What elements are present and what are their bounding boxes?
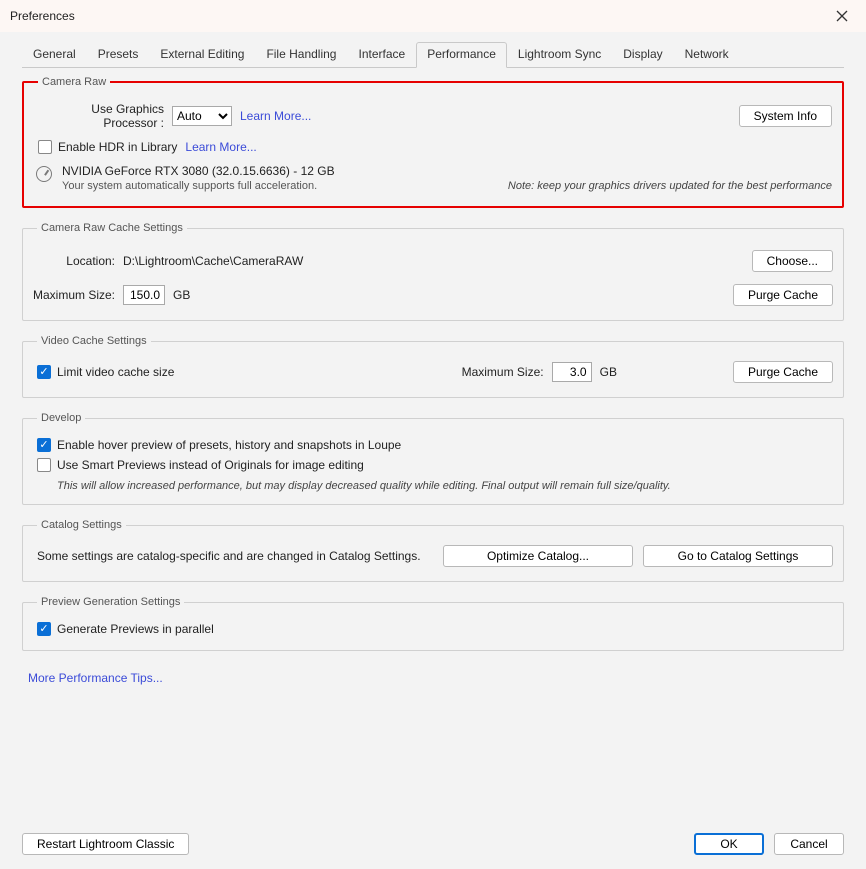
cancel-button[interactable]: Cancel xyxy=(774,833,844,855)
smart-previews-checkbox[interactable] xyxy=(37,458,51,472)
tab-display[interactable]: Display xyxy=(612,42,673,68)
video-max-label: Maximum Size: xyxy=(462,365,544,379)
camera-raw-legend: Camera Raw xyxy=(38,76,110,88)
restart-button[interactable]: Restart Lightroom Classic xyxy=(22,833,189,855)
close-icon[interactable] xyxy=(826,4,858,28)
tab-lightroom-sync[interactable]: Lightroom Sync xyxy=(507,42,612,68)
develop-legend: Develop xyxy=(37,412,85,424)
tab-file-handling[interactable]: File Handling xyxy=(255,42,347,68)
hdr-label: Enable HDR in Library xyxy=(58,140,177,154)
hover-preview-checkbox[interactable] xyxy=(37,438,51,452)
video-cache-legend: Video Cache Settings xyxy=(37,335,151,347)
more-tips-link[interactable]: More Performance Tips... xyxy=(28,671,163,685)
optimize-catalog-button[interactable]: Optimize Catalog... xyxy=(443,545,633,567)
gpu-select[interactable]: Auto xyxy=(172,106,232,126)
develop-note: This will allow increased performance, b… xyxy=(57,480,833,492)
driver-note: Note: keep your graphics drivers updated… xyxy=(508,180,832,192)
gauge-icon xyxy=(36,166,52,182)
cache-location-value: D:\Lightroom\Cache\CameraRAW xyxy=(123,254,303,268)
cache-max-input[interactable] xyxy=(123,285,165,305)
hdr-learn-more-link[interactable]: Learn More... xyxy=(185,140,256,154)
tab-interface[interactable]: Interface xyxy=(347,42,416,68)
raw-cache-group: Camera Raw Cache Settings Location: D:\L… xyxy=(22,222,844,321)
goto-catalog-settings-button[interactable]: Go to Catalog Settings xyxy=(643,545,833,567)
gpu-learn-more-link[interactable]: Learn More... xyxy=(240,109,311,123)
limit-video-label: Limit video cache size xyxy=(57,365,174,379)
ok-button[interactable]: OK xyxy=(694,833,764,855)
catalog-legend: Catalog Settings xyxy=(37,519,126,531)
preview-gen-group: Preview Generation Settings Generate Pre… xyxy=(22,596,844,651)
cache-location-label: Location: xyxy=(33,254,115,268)
purge-video-cache-button[interactable]: Purge Cache xyxy=(733,361,833,383)
gpu-status: Your system automatically supports full … xyxy=(62,180,317,192)
video-cache-group: Video Cache Settings Limit video cache s… xyxy=(22,335,844,398)
tab-performance[interactable]: Performance xyxy=(416,42,507,68)
parallel-previews-checkbox[interactable] xyxy=(37,622,51,636)
camera-raw-group: Camera Raw Use Graphics Processor : Auto… xyxy=(22,76,844,208)
tabs-bar: General Presets External Editing File Ha… xyxy=(22,42,844,68)
system-info-button[interactable]: System Info xyxy=(739,105,832,127)
tab-network[interactable]: Network xyxy=(674,42,740,68)
develop-group: Develop Enable hover preview of presets,… xyxy=(22,412,844,505)
hdr-checkbox[interactable] xyxy=(38,140,52,154)
purge-raw-cache-button[interactable]: Purge Cache xyxy=(733,284,833,306)
window-title: Preferences xyxy=(10,9,75,23)
choose-button[interactable]: Choose... xyxy=(752,250,833,272)
gpu-name: NVIDIA GeForce RTX 3080 (32.0.15.6636) -… xyxy=(62,164,832,178)
tab-general[interactable]: General xyxy=(22,42,87,68)
gpu-label: Use Graphics Processor : xyxy=(34,102,164,130)
cache-max-label: Maximum Size: xyxy=(33,288,115,302)
tab-presets[interactable]: Presets xyxy=(87,42,150,68)
hover-preview-label: Enable hover preview of presets, history… xyxy=(57,438,401,452)
limit-video-checkbox[interactable] xyxy=(37,365,51,379)
preview-gen-legend: Preview Generation Settings xyxy=(37,596,184,608)
catalog-text: Some settings are catalog-specific and a… xyxy=(37,549,421,563)
tab-external-editing[interactable]: External Editing xyxy=(149,42,255,68)
catalog-group: Catalog Settings Some settings are catal… xyxy=(22,519,844,582)
raw-cache-legend: Camera Raw Cache Settings xyxy=(37,222,187,234)
smart-previews-label: Use Smart Previews instead of Originals … xyxy=(57,458,364,472)
video-max-input[interactable] xyxy=(552,362,592,382)
cache-unit: GB xyxy=(173,288,190,302)
video-unit: GB xyxy=(600,365,617,379)
parallel-previews-label: Generate Previews in parallel xyxy=(57,622,214,636)
